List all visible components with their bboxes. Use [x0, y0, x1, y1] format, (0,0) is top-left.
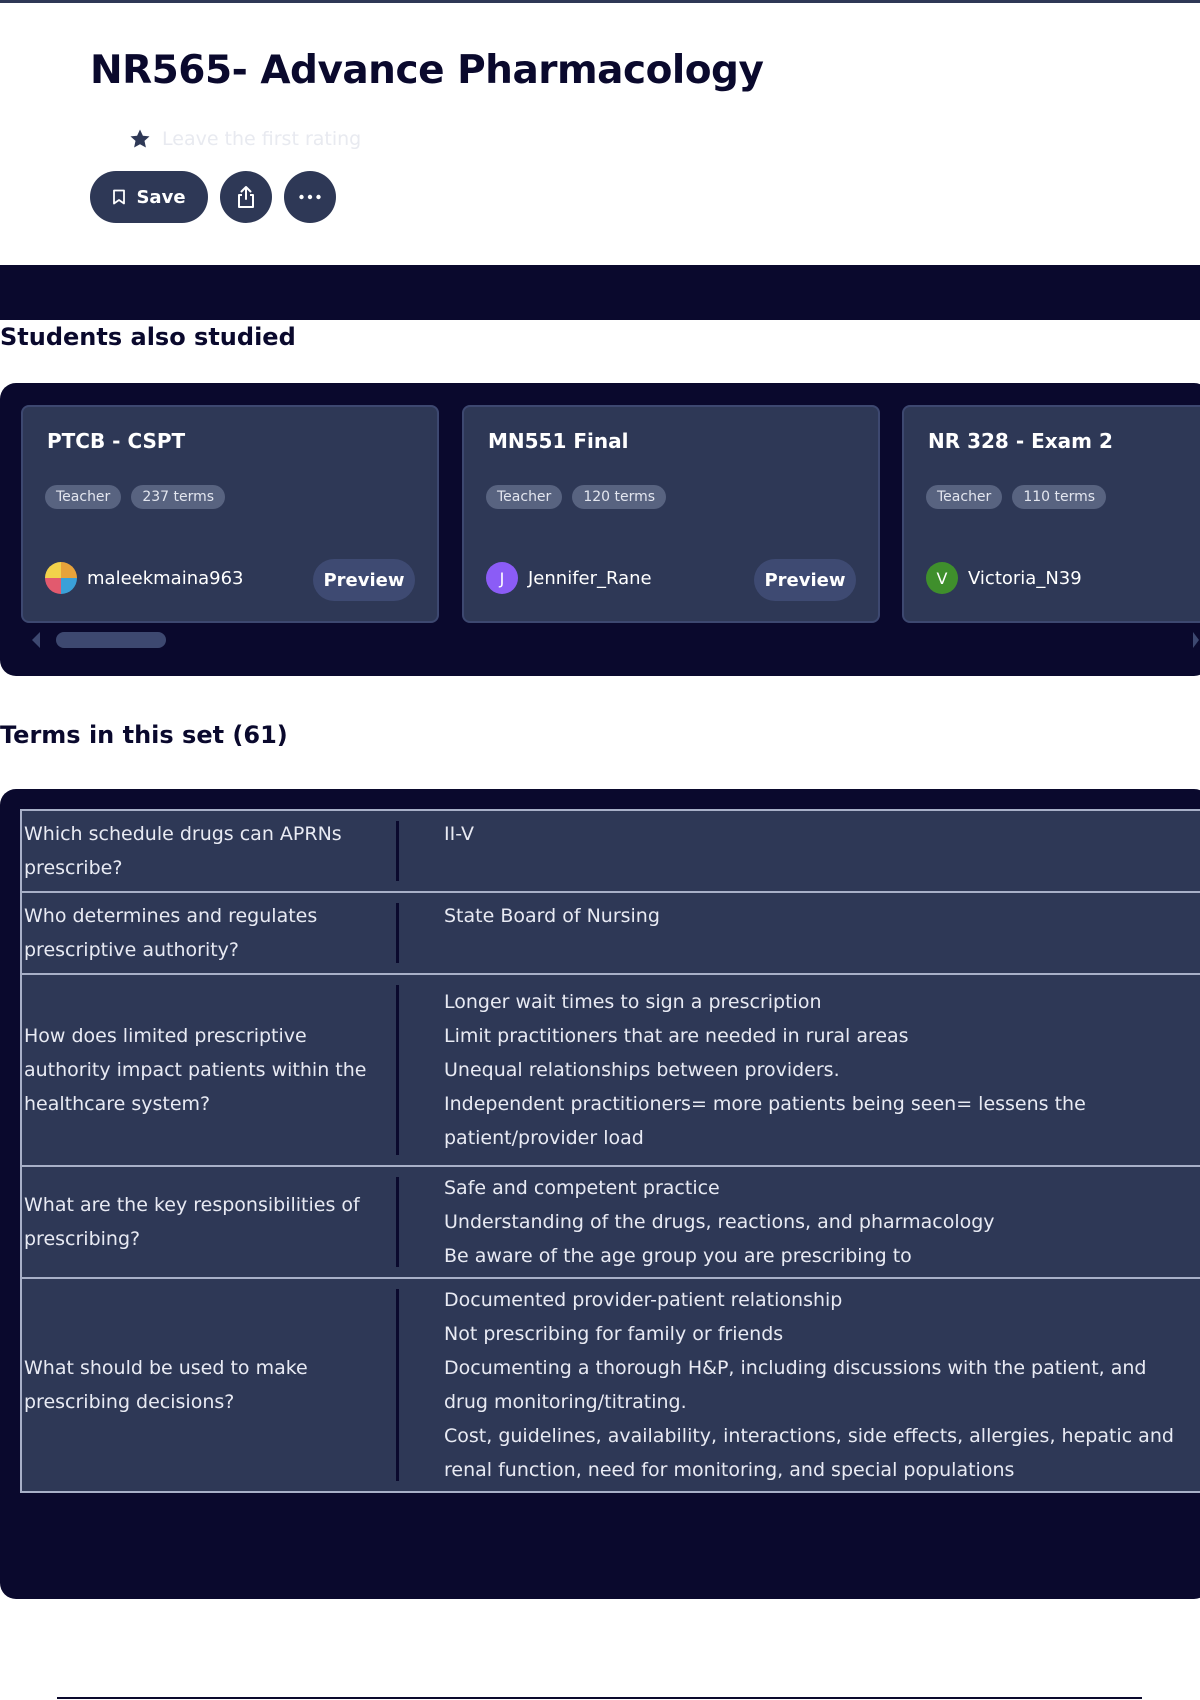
study-set-card[interactable]: MN551 Final Teacher 120 terms J Jennifer…: [462, 405, 880, 623]
definition-line: II-V: [444, 823, 474, 845]
definition-cell: Safe and competent practice Understanding…: [399, 1165, 1200, 1279]
terms-heading: Terms in this set (61): [0, 721, 288, 749]
study-set-card[interactable]: PTCB - CSPT Teacher 237 terms maleekmain…: [21, 405, 439, 623]
definition-line: Safe and competent practice: [444, 1177, 720, 1199]
preview-button[interactable]: Preview: [313, 559, 415, 601]
divider-band: [0, 265, 1200, 320]
terms-count-badge: 110 terms: [1012, 485, 1107, 509]
teacher-badge: Teacher: [45, 485, 122, 509]
term-text: What should be used to make prescribing …: [24, 1357, 308, 1413]
card-badges: Teacher 120 terms: [486, 485, 667, 509]
definition-line: Not prescribing for family or friends: [444, 1323, 784, 1345]
page-title: NR565- Advance Pharmacology: [90, 48, 764, 93]
chevron-left-icon[interactable]: [30, 631, 42, 649]
save-button-label: Save: [136, 186, 186, 208]
term-text: How does limited prescriptive authority …: [24, 1025, 367, 1115]
term-cell: Which schedule drugs can APRNs prescribe…: [20, 809, 400, 893]
teacher-badge: Teacher: [926, 485, 1003, 509]
share-icon: [238, 186, 254, 208]
term-cell: Who determines and regulates prescriptiv…: [20, 891, 400, 975]
preview-button[interactable]: Preview: [754, 559, 856, 601]
terms-count-badge: 237 terms: [131, 485, 226, 509]
students-also-studied-heading: Students also studied: [0, 323, 296, 351]
definition-cell: Longer wait times to sign a prescription…: [399, 973, 1200, 1167]
definition-cell: State Board of Nursing: [399, 891, 1200, 975]
definition-line: Unequal relationships between providers.: [444, 1059, 840, 1081]
avatar: V: [926, 562, 958, 594]
term-row: Which schedule drugs can APRNs prescribe…: [20, 809, 1200, 893]
chevron-right-icon[interactable]: [1192, 631, 1200, 649]
carousel-scrollbar-thumb[interactable]: [56, 632, 166, 648]
teacher-badge: Teacher: [486, 485, 563, 509]
students-also-studied-carousel: PTCB - CSPT Teacher 237 terms maleekmain…: [0, 383, 1200, 676]
author-name: maleekmaina963: [87, 567, 244, 589]
footer-divider: [57, 1697, 1142, 1699]
card-author[interactable]: J Jennifer_Rane: [486, 562, 652, 594]
terms-list: Which schedule drugs can APRNs prescribe…: [0, 789, 1200, 1599]
star-icon: [130, 129, 150, 148]
avatar: [45, 562, 77, 594]
top-border: [0, 0, 1200, 3]
term-row: What should be used to make prescribing …: [20, 1277, 1200, 1493]
terms-count-badge: 120 terms: [572, 485, 667, 509]
action-bar: Save: [90, 171, 336, 223]
term-row: How does limited prescriptive authority …: [20, 973, 1200, 1167]
definition-line: Longer wait times to sign a prescription: [444, 991, 822, 1013]
definition-line: Understanding of the drugs, reactions, a…: [444, 1211, 995, 1233]
share-button[interactable]: [220, 171, 272, 223]
definition-line: State Board of Nursing: [444, 905, 660, 927]
definition-line: Documented provider-patient relationship: [444, 1289, 843, 1311]
term-text: Which schedule drugs can APRNs prescribe…: [24, 823, 342, 879]
card-author[interactable]: maleekmaina963: [45, 562, 244, 594]
bookmark-icon: [113, 189, 126, 205]
definition-line: Documenting a thorough H&P, including di…: [444, 1357, 1147, 1413]
term-cell: What are the key responsibilities of pre…: [20, 1165, 400, 1279]
more-icon: [299, 194, 321, 200]
definition-line: Be aware of the age group you are prescr…: [444, 1245, 912, 1267]
term-row: Who determines and regulates prescriptiv…: [20, 891, 1200, 975]
save-button[interactable]: Save: [90, 171, 208, 223]
author-name: Victoria_N39: [968, 567, 1082, 589]
card-title: NR 328 - Exam 2: [928, 429, 1113, 453]
definition-line: Cost, guidelines, availability, interact…: [444, 1425, 1174, 1481]
definition-line: Limit practitioners that are needed in r…: [444, 1025, 909, 1047]
term-row: What are the key responsibilities of pre…: [20, 1165, 1200, 1279]
author-name: Jennifer_Rane: [528, 567, 652, 589]
rating-row[interactable]: Leave the first rating: [128, 125, 361, 153]
study-set-card[interactable]: NR 328 - Exam 2 Teacher 110 terms V Vict…: [902, 405, 1200, 623]
rating-prompt[interactable]: Leave the first rating: [162, 128, 361, 150]
definition-cell: II-V: [399, 809, 1200, 893]
card-title: MN551 Final: [488, 429, 629, 453]
terms-table: Which schedule drugs can APRNs prescribe…: [20, 809, 1200, 1493]
avatar: J: [486, 562, 518, 594]
card-title: PTCB - CSPT: [47, 429, 186, 453]
more-button[interactable]: [284, 171, 336, 223]
definition-line: Independent practitioners= more patients…: [444, 1093, 1086, 1149]
card-author[interactable]: V Victoria_N39: [926, 562, 1082, 594]
term-cell: What should be used to make prescribing …: [20, 1277, 400, 1493]
card-badges: Teacher 237 terms: [45, 485, 226, 509]
term-text: Who determines and regulates prescriptiv…: [24, 905, 318, 961]
term-text: What are the key responsibilities of pre…: [24, 1194, 360, 1250]
term-cell: How does limited prescriptive authority …: [20, 973, 400, 1167]
definition-cell: Documented provider-patient relationship…: [399, 1277, 1200, 1493]
card-badges: Teacher 110 terms: [926, 485, 1107, 509]
